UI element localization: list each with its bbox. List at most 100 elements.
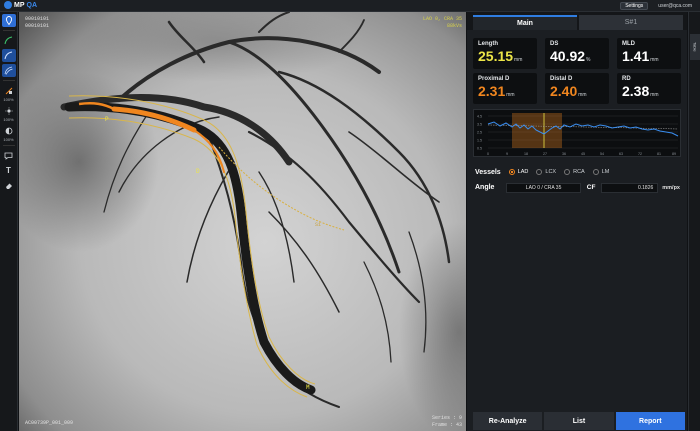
metric-ds: DS 40.92% bbox=[545, 38, 609, 69]
metric-mld: MLD 1.41mm bbox=[617, 38, 681, 69]
vessel-option-lcx[interactable]: LCX bbox=[536, 169, 556, 175]
logo-mark-icon bbox=[4, 1, 12, 9]
marker-m: M bbox=[306, 384, 310, 391]
contrast-adjust-icon[interactable] bbox=[2, 84, 16, 97]
vessels-title: Vessels bbox=[475, 168, 501, 176]
angiogram-viewer[interactable]: P D M S1 00010101 00010101 LAO 0, CRA 35… bbox=[19, 12, 466, 431]
metric-value: 2.38mm bbox=[622, 83, 659, 99]
y-tick: 2.5 bbox=[477, 131, 482, 135]
list-button[interactable]: List bbox=[544, 412, 614, 430]
metric-label: Proximal D bbox=[478, 76, 510, 82]
logo-text-b: QA bbox=[26, 1, 38, 9]
angiogram-image bbox=[19, 12, 466, 431]
gamma-percent: 100% bbox=[3, 137, 14, 142]
metric-value: 2.31mm bbox=[478, 83, 515, 99]
angle-row: Angle LAO 0 / CRA 35 CF 0.1826 mm/px bbox=[475, 182, 680, 193]
metric-label: Distal D bbox=[550, 76, 573, 82]
report-button[interactable]: Report bbox=[615, 412, 685, 430]
metric-label: MLD bbox=[622, 41, 635, 47]
metric-proximal-d: Proximal D 2.31mm bbox=[473, 73, 537, 104]
top-bar: MP QA Settings user@qca.com bbox=[0, 0, 700, 12]
right-side-strip: Table bbox=[688, 12, 700, 431]
user-account[interactable]: user@qca.com bbox=[658, 3, 692, 9]
metric-rd: RD 2.38mm bbox=[617, 73, 681, 104]
patient-id-line1: 00010101 bbox=[25, 16, 50, 22]
vessel-selector: Vessels LAD LCX RCA LM bbox=[475, 167, 680, 177]
series-number: Series : 9 bbox=[431, 415, 462, 421]
tab-segment-1[interactable]: S#1 bbox=[579, 15, 683, 30]
app-logo: MP QA bbox=[4, 1, 37, 9]
half-circle-contrast-icon[interactable] bbox=[2, 124, 16, 137]
radio-icon bbox=[592, 169, 599, 175]
contrast-percent: 100% bbox=[3, 97, 14, 102]
patient-info: 00010101 00010101 bbox=[25, 16, 49, 30]
study-id: AC00739P_001_009 bbox=[25, 420, 74, 426]
y-tick: 0.5 bbox=[477, 147, 482, 151]
metric-value: 40.92% bbox=[550, 48, 591, 64]
x-tick: 81 bbox=[657, 152, 661, 156]
comment-icon[interactable] bbox=[2, 149, 16, 162]
y-tick: 4.5 bbox=[477, 115, 482, 119]
metric-label: DS bbox=[550, 41, 559, 47]
toolbar-divider bbox=[2, 30, 15, 31]
metric-distal-d: Distal D 2.40mm bbox=[545, 73, 609, 104]
x-tick: 9 bbox=[506, 152, 508, 156]
angle-label: Angle bbox=[475, 184, 495, 191]
x-tick: 27 bbox=[543, 152, 547, 156]
logo-text-a: MP bbox=[14, 1, 25, 9]
x-tick: 36 bbox=[562, 152, 566, 156]
brightness-icon[interactable] bbox=[2, 104, 16, 117]
x-tick: 0 bbox=[487, 152, 489, 156]
panel-tabs: Main S#1 bbox=[467, 12, 687, 30]
brightness-percent: 100% bbox=[3, 117, 14, 122]
toolbar-divider bbox=[2, 145, 15, 146]
side-branch-label: S1 bbox=[315, 222, 322, 228]
top-right-controls: Settings user@qca.com bbox=[620, 2, 692, 10]
projection-angle-text: LAO 0, CRA 35 bbox=[422, 16, 462, 22]
acquisition-info: LAO 0, CRA 35 88kVs bbox=[423, 16, 462, 30]
metric-value: 25.15mm bbox=[478, 48, 523, 64]
patient-id-line2: 00010101 bbox=[25, 23, 50, 29]
cf-unit: mm/px bbox=[662, 184, 680, 191]
metric-label: Length bbox=[478, 41, 498, 47]
metric-length: Length 25.15mm bbox=[473, 38, 537, 69]
eraser-icon[interactable] bbox=[2, 179, 16, 192]
diameter-profile-chart[interactable]: 4.5 3.5 2.5 1.5 0.5 0 9 18 27 36 45 54 6… bbox=[473, 109, 681, 157]
radio-icon bbox=[536, 169, 543, 175]
point-tool-icon[interactable] bbox=[1, 14, 16, 27]
reanalyze-button[interactable]: Re-Analyze bbox=[473, 412, 543, 430]
toolbar-divider bbox=[2, 80, 15, 81]
analysis-panel: Main S#1 Length 25.15mm DS 40.92% MLD 1.… bbox=[467, 12, 687, 431]
metric-value: 1.41mm bbox=[622, 48, 659, 64]
curve-tool-icon[interactable] bbox=[2, 34, 16, 47]
cf-label: CF bbox=[586, 184, 596, 191]
acquisition-param-text: 88kVs bbox=[446, 23, 462, 29]
vessel-option-lm[interactable]: LM bbox=[592, 169, 609, 175]
contour-tool-icon[interactable] bbox=[1, 64, 16, 77]
metric-label: RD bbox=[622, 76, 631, 82]
text-tool-icon[interactable]: T bbox=[2, 164, 16, 177]
frame-number: Frame : 43 bbox=[431, 422, 462, 428]
settings-button[interactable]: Settings bbox=[620, 2, 649, 10]
radio-selected-icon bbox=[508, 169, 515, 175]
x-tick: 45 bbox=[581, 152, 585, 156]
action-buttons: Re-Analyze List Report bbox=[473, 412, 685, 430]
tab-main[interactable]: Main bbox=[473, 15, 577, 30]
x-tick: 72 bbox=[638, 152, 642, 156]
cf-field[interactable]: 0.1826 bbox=[601, 182, 659, 193]
vessel-option-rca[interactable]: RCA bbox=[564, 169, 585, 175]
metric-value: 2.40mm bbox=[550, 83, 587, 99]
left-toolbar: 100% 100% 100% T bbox=[0, 12, 18, 431]
x-tick: 54 bbox=[600, 152, 604, 156]
centerline-tool-icon[interactable] bbox=[1, 49, 16, 62]
frame-info: Series : 9 Frame : 43 bbox=[432, 415, 462, 429]
y-tick: 3.5 bbox=[477, 123, 482, 127]
angle-field[interactable]: LAO 0 / CRA 35 bbox=[506, 182, 581, 193]
marker-d: D bbox=[196, 168, 200, 175]
vessel-option-lad[interactable]: LAD bbox=[508, 169, 528, 175]
marker-p: P bbox=[105, 116, 109, 123]
x-tick: 18 bbox=[524, 152, 528, 156]
radio-icon bbox=[564, 169, 571, 175]
side-tab[interactable]: Table bbox=[690, 34, 700, 60]
x-tick: 63 bbox=[619, 152, 623, 156]
